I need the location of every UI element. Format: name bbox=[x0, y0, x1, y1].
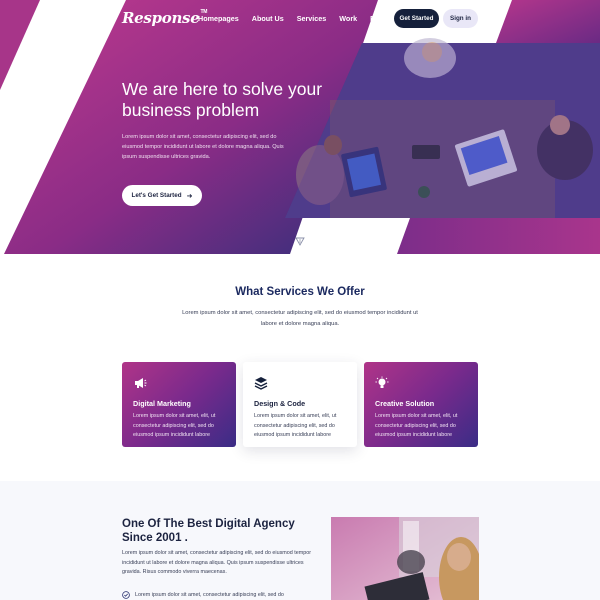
services-subtitle: Lorem ipsum dolor sit amet, consectetur … bbox=[182, 310, 418, 327]
service-card-title: Digital Marketing bbox=[133, 399, 191, 408]
chevron-down-icon[interactable] bbox=[294, 235, 306, 247]
get-started-button[interactable]: Get Started bbox=[394, 9, 439, 28]
service-card-digital-marketing[interactable]: Digital Marketing Lorem ipsum dolor sit … bbox=[122, 362, 236, 447]
logo-text: Response bbox=[122, 9, 200, 27]
services-title: What Services We Offer bbox=[235, 286, 365, 298]
agency-photo bbox=[331, 517, 479, 600]
service-card-design-code[interactable]: Design & Code Lorem ipsum dolor sit amet… bbox=[243, 362, 357, 447]
hero-title: We are here to solve your business probl… bbox=[122, 79, 323, 120]
sign-in-button[interactable]: Sign in bbox=[443, 9, 478, 28]
feature-text: Lorem ipsum dolor sit amet, consectetur … bbox=[135, 592, 284, 598]
feature-list-item: Lorem ipsum dolor sit amet, consectetur … bbox=[122, 591, 322, 599]
nav-link-services[interactable]: Services bbox=[297, 14, 327, 23]
nav-link-about-us[interactable]: About Us bbox=[252, 14, 284, 23]
lets-get-started-button[interactable]: Let's Get Started ➜ bbox=[122, 185, 202, 206]
cta-label: Let's Get Started bbox=[131, 192, 182, 199]
agency-title: One Of The Best Digital Agency Since 200… bbox=[122, 518, 295, 544]
check-circle-icon bbox=[122, 591, 130, 599]
nav-link-homepages[interactable]: Homepages bbox=[198, 14, 239, 23]
hero-section: ResponseTM Homepages About Us Services W… bbox=[0, 0, 600, 254]
lightbulb-icon bbox=[375, 376, 389, 388]
top-navbar: ResponseTM Homepages About Us Services W… bbox=[0, 0, 600, 38]
main-menu: Homepages About Us Services Work Blog bbox=[198, 14, 399, 23]
logo[interactable]: ResponseTM bbox=[122, 9, 207, 27]
service-card-title: Design & Code bbox=[254, 399, 306, 408]
service-card-title: Creative Solution bbox=[375, 399, 435, 408]
hero-background bbox=[0, 0, 600, 254]
service-card-text: Lorem ipsum dolor sit amet, elit, ut con… bbox=[375, 413, 458, 439]
hero-description: Lorem ipsum dolor sit amet, consectetur … bbox=[122, 134, 284, 160]
service-card-text: Lorem ipsum dolor sit amet, elit, ut con… bbox=[254, 413, 337, 439]
nav-link-work[interactable]: Work bbox=[339, 14, 357, 23]
service-card-text: Lorem ipsum dolor sit amet, elit, ut con… bbox=[133, 413, 216, 439]
arrow-right-icon: ➜ bbox=[186, 192, 193, 200]
megaphone-icon bbox=[135, 378, 147, 388]
service-card-creative-solution[interactable]: Creative Solution Lorem ipsum dolor sit … bbox=[364, 362, 478, 447]
layers-icon bbox=[254, 377, 268, 390]
about-agency-section: One Of The Best Digital Agency Since 200… bbox=[0, 481, 600, 600]
nav-link-blog[interactable]: Blog bbox=[370, 14, 386, 23]
agency-description: Lorem ipsum dolor sit amet, consectetur … bbox=[122, 550, 312, 576]
